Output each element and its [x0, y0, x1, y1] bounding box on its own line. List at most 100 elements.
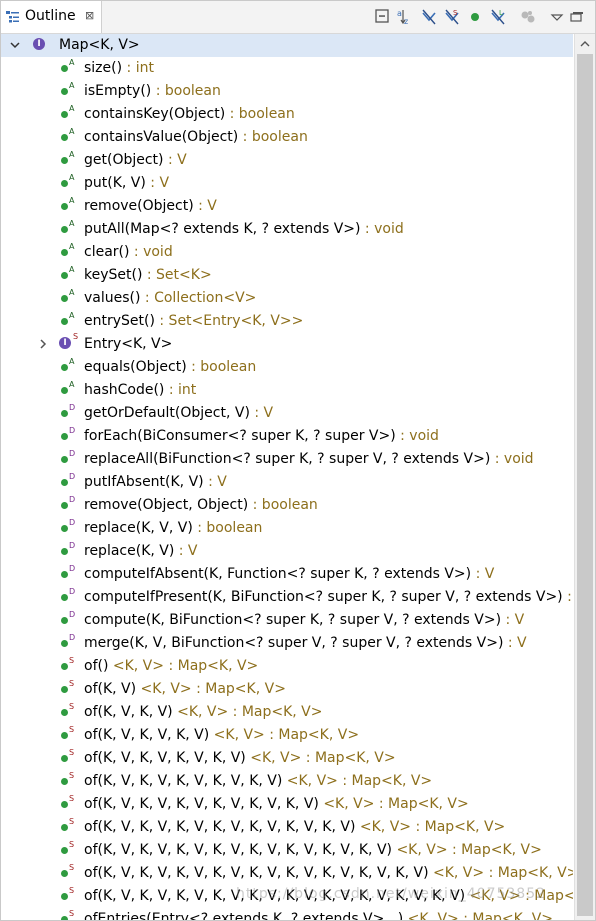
tree-member-row[interactable]: DputIfAbsent(K, V) : V — [1, 471, 573, 494]
tree-member-row[interactable]: Aequals(Object) : boolean — [1, 356, 573, 379]
member-return-type: <K, V> : Map<K, V> — [469, 888, 573, 904]
scrollbar-thumb[interactable] — [577, 54, 593, 916]
member-name: put(K, V) — [84, 175, 146, 191]
tree-member-row[interactable]: AcontainsKey(Object) : boolean — [1, 103, 573, 126]
tree-member-row[interactable]: Avalues() : Collection<V> — [1, 287, 573, 310]
tree-member-row[interactable]: Dremove(Object, Object) : boolean — [1, 494, 573, 517]
tree-member-row[interactable]: DcomputeIfAbsent(K, Function<? super K, … — [1, 563, 573, 586]
member-label: containsValue(Object) : boolean — [84, 127, 308, 148]
tree-member-row[interactable]: Aget(Object) : V — [1, 149, 573, 172]
tree-member-row[interactable]: AentrySet() : Set<Entry<K, V>> — [1, 310, 573, 333]
member-label: hashCode() : int — [84, 380, 196, 401]
member-label: of(K, V, K, V, K, V) <K, V> : Map<K, V> — [84, 725, 359, 746]
hide-static-members-icon[interactable]: S — [443, 8, 461, 26]
member-name: of(K, V, K, V, K, V, K, V, K, V, K, V, K… — [84, 842, 392, 858]
tree-member-row[interactable]: Dreplace(K, V) : V — [1, 540, 573, 563]
tree-member-row[interactable]: Sof(K, V, K, V, K, V, K, V, K, V, K, V, … — [1, 862, 573, 885]
member-name: of(K, V, K, V) — [84, 704, 173, 720]
collapse-all-icon[interactable] — [374, 8, 392, 26]
tree-type-row[interactable]: I S Entry<K, V> — [1, 333, 573, 356]
tree-member-row[interactable]: Aput(K, V) : V — [1, 172, 573, 195]
tree-member-row[interactable]: DgetOrDefault(Object, V) : V — [1, 402, 573, 425]
tree-member-row[interactable]: Sof(K, V) <K, V> : Map<K, V> — [1, 678, 573, 701]
sort-alphabetically-icon[interactable]: a z — [397, 8, 415, 26]
public-method-icon: S — [60, 818, 74, 834]
public-method-icon: D — [60, 496, 75, 512]
public-method-icon: A — [60, 151, 74, 167]
public-method-icon: A — [60, 243, 74, 259]
member-label: of(K, V, K, V, K, V, K, V, K, V, K, V, K… — [84, 863, 573, 884]
public-method-icon: D — [60, 634, 75, 650]
public-method-icon: D — [60, 519, 75, 535]
close-icon[interactable]: ⊠ — [85, 9, 94, 22]
focus-active-task-icon[interactable] — [519, 8, 537, 26]
public-method-icon: D — [60, 427, 75, 443]
member-label: forEach(BiConsumer<? super K, ? super V>… — [84, 426, 439, 447]
public-method-icon: A — [60, 128, 74, 144]
tree-member-row[interactable]: DreplaceAll(BiFunction<? super K, ? supe… — [1, 448, 573, 471]
chevron-right-icon[interactable] — [37, 338, 49, 350]
view-tab-bar: Outline ⊠ a z S L — [1, 1, 595, 34]
tree-member-row[interactable]: Dcompute(K, BiFunction<? super K, ? supe… — [1, 609, 573, 632]
vertical-scrollbar[interactable] — [574, 34, 595, 920]
member-label: get(Object) : V — [84, 150, 187, 171]
member-return-type: <K, V> : Map<K, V> — [282, 773, 433, 789]
tree-member-row[interactable]: Sof(K, V, K, V, K, V, K, V, K, V, K, V, … — [1, 839, 573, 862]
tree-member-row[interactable]: AhashCode() : int — [1, 379, 573, 402]
tree-member-row[interactable]: Dmerge(K, V, BiFunction<? super V, ? sup… — [1, 632, 573, 655]
member-name: of(K, V, K, V, K, V, K, V, K, V) — [84, 773, 283, 789]
member-return-type: : boolean — [186, 359, 257, 375]
tree-member-row[interactable]: Sof(K, V, K, V, K, V, K, V, K, V, K, V) … — [1, 793, 573, 816]
member-label: values() : Collection<V> — [84, 288, 256, 309]
tree-member-row[interactable]: Aremove(Object) : V — [1, 195, 573, 218]
member-name: of(K, V) — [84, 681, 137, 697]
member-name: replaceAll(BiFunction<? super K, ? super… — [84, 451, 491, 467]
tree-root-row[interactable]: I Map<K, V> — [1, 34, 573, 57]
member-name: equals(Object) — [84, 359, 187, 375]
tree-member-row[interactable]: DforEach(BiConsumer<? super K, ? super V… — [1, 425, 573, 448]
member-name: containsValue(Object) — [84, 129, 239, 145]
tree-member-row[interactable]: SofEntries(Entry<? extends K, ? extends … — [1, 908, 573, 920]
member-label: computeIfPresent(K, BiFunction<? super K… — [84, 587, 573, 608]
public-method-icon: D — [60, 450, 75, 466]
hide-local-types-icon[interactable]: L — [489, 8, 507, 26]
tree-member-row[interactable]: AisEmpty() : boolean — [1, 80, 573, 103]
member-name: isEmpty() — [84, 83, 152, 99]
tree-member-row[interactable]: Asize() : int — [1, 57, 573, 80]
tree-member-row[interactable]: AcontainsValue(Object) : boolean — [1, 126, 573, 149]
tree-member-row[interactable]: Sof(K, V, K, V, K, V) <K, V> : Map<K, V> — [1, 724, 573, 747]
member-label: of(K, V, K, V, K, V, K, V, K, V, K, V, K… — [84, 840, 542, 861]
tree-member-row[interactable]: Dreplace(K, V, V) : boolean — [1, 517, 573, 540]
view-menu-icon[interactable] — [548, 8, 566, 26]
public-method-icon: A — [60, 358, 74, 374]
minimize-icon[interactable] — [568, 8, 586, 26]
hide-fields-icon[interactable] — [420, 8, 438, 26]
scroll-up-icon[interactable] — [579, 38, 591, 50]
member-name: clear() — [84, 244, 130, 260]
svg-text:S: S — [453, 9, 458, 17]
hide-non-public-members-icon[interactable] — [466, 8, 484, 26]
member-label: entrySet() : Set<Entry<K, V>> — [84, 311, 303, 332]
member-label: replace(K, V) : V — [84, 541, 198, 562]
tree-member-row[interactable]: Sof(K, V, K, V, K, V, K, V) <K, V> : Map… — [1, 747, 573, 770]
chevron-down-icon[interactable] — [9, 39, 21, 51]
member-return-type: : V — [203, 474, 227, 490]
member-return-type: : V — [567, 589, 573, 605]
tree-member-row[interactable]: Sof(K, V, K, V) <K, V> : Map<K, V> — [1, 701, 573, 724]
member-label: equals(Object) : boolean — [84, 357, 256, 378]
tree-member-row[interactable]: Aclear() : void — [1, 241, 573, 264]
tree-member-row[interactable]: Sof(K, V, K, V, K, V, K, V, K, V) <K, V>… — [1, 770, 573, 793]
tree-member-row[interactable]: AputAll(Map<? extends K, ? extends V>) :… — [1, 218, 573, 241]
tree-member-row[interactable]: Sof(K, V, K, V, K, V, K, V, K, V, K, V, … — [1, 816, 573, 839]
outline-tab[interactable]: Outline ⊠ — [1, 1, 102, 33]
member-label: of(K, V, K, V, K, V, K, V, K, V, K, V) <… — [84, 794, 469, 815]
tree-member-row[interactable]: DcomputeIfPresent(K, BiFunction<? super … — [1, 586, 573, 609]
public-method-icon: A — [60, 220, 74, 236]
tree-member-row[interactable]: Sof(K, V, K, V, K, V, K, V, K, V, K, V, … — [1, 885, 573, 908]
public-method-icon: D — [60, 404, 75, 420]
member-label: compute(K, BiFunction<? super K, ? super… — [84, 610, 524, 631]
tree-member-row[interactable]: Sof() <K, V> : Map<K, V> — [1, 655, 573, 678]
member-name: of(K, V, K, V, K, V, K, V, K, V, K, V, K… — [84, 865, 429, 881]
tree-member-row[interactable]: AkeySet() : Set<K> — [1, 264, 573, 287]
public-method-icon: A — [60, 266, 74, 282]
